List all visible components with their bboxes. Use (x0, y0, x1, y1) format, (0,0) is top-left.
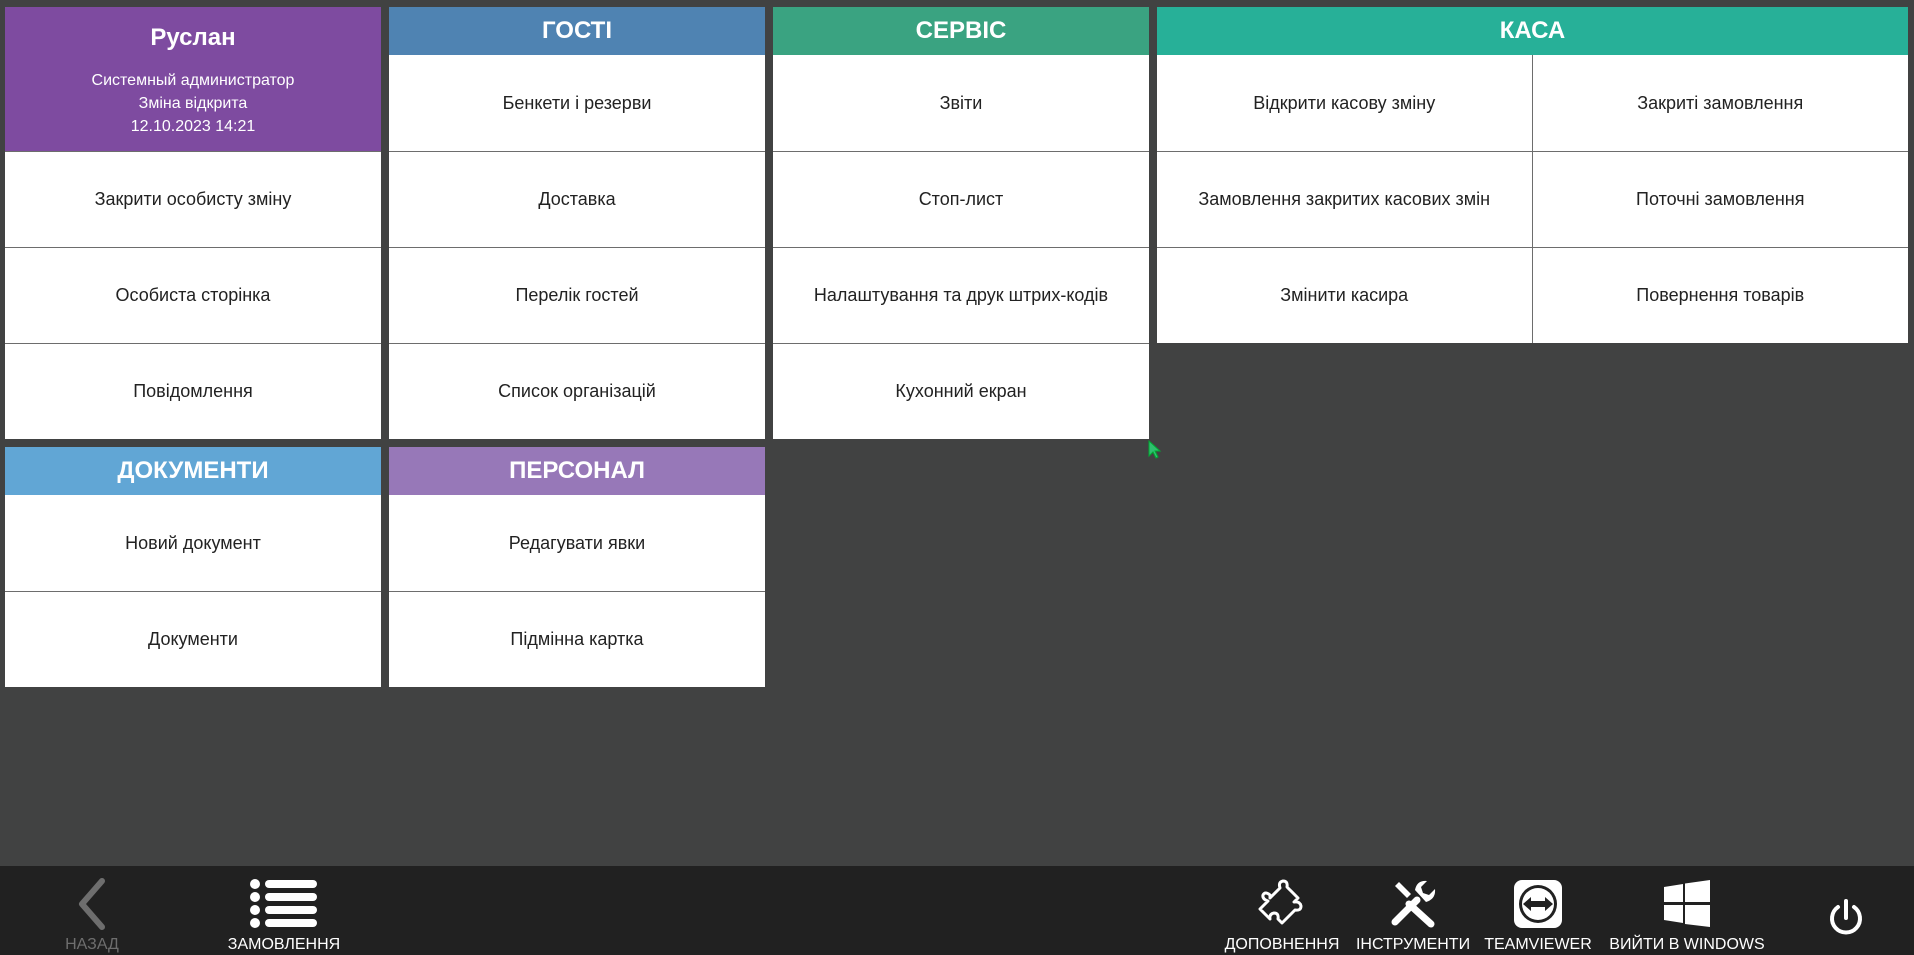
stop-list-button[interactable]: Стоп-лист (773, 151, 1149, 247)
documents-panel: ДОКУМЕНТИ Новий документ Документи (5, 447, 381, 687)
service-panel: СЕРВІС Звіти Стоп-лист Налаштування та д… (773, 7, 1149, 439)
power-button[interactable] (1820, 866, 1872, 955)
back-label: НАЗАД (65, 936, 119, 953)
windows-icon (1663, 874, 1711, 934)
teamviewer-button[interactable]: TEAMVIEWER (1484, 866, 1592, 955)
current-orders-button[interactable]: Поточні замовлення (1532, 151, 1908, 247)
teamviewer-icon (1513, 874, 1563, 934)
power-icon (1827, 888, 1865, 948)
user-role: Системный администратор (91, 72, 295, 89)
teamviewer-label: TEAMVIEWER (1484, 936, 1592, 953)
documents-header: ДОКУМЕНТИ (5, 447, 381, 495)
tools-button[interactable]: ІНСТРУМЕНТИ (1355, 866, 1471, 955)
exit-windows-label: ВИЙТИ В WINDOWS (1609, 936, 1765, 953)
addons-button[interactable]: ДОПОВНЕННЯ (1222, 866, 1342, 955)
edit-attendance-button[interactable]: Редагувати явки (389, 495, 765, 591)
mouse-cursor-icon (1148, 440, 1162, 459)
back-button[interactable]: НАЗАД (52, 866, 132, 955)
orders-button[interactable]: ЗАМОВЛЕННЯ (222, 866, 346, 955)
user-panel: Руслан Системный администратор Зміна від… (5, 7, 381, 439)
addons-label: ДОПОВНЕННЯ (1224, 936, 1340, 953)
delivery-button[interactable]: Доставка (389, 151, 765, 247)
tools-icon (1387, 874, 1439, 934)
orders-label: ЗАМОВЛЕННЯ (227, 936, 341, 953)
cash-header: КАСА (1157, 7, 1908, 55)
documents-button[interactable]: Документи (5, 591, 381, 687)
open-cash-shift-button[interactable]: Відкрити касову зміну (1157, 55, 1533, 151)
banquets-reserves-button[interactable]: Бенкети і резерви (389, 55, 765, 151)
user-info: Системный администратор Зміна відкрита 1… (92, 69, 295, 138)
guests-header: ГОСТІ (389, 7, 765, 55)
kitchen-screen-button[interactable]: Кухонний екран (773, 343, 1149, 439)
puzzle-icon (1256, 874, 1308, 934)
bottom-toolbar: НАЗАД ЗАМОВЛЕННЯ ДОПОВНЕННЯ ІНСТРУМЕНТИ … (0, 866, 1914, 955)
guest-list-button[interactable]: Перелік гостей (389, 247, 765, 343)
exit-windows-button[interactable]: ВИЙТИ В WINDOWS (1606, 866, 1768, 955)
product-returns-button[interactable]: Повернення товарів (1532, 247, 1908, 343)
barcode-settings-button[interactable]: Налаштування та друк штрих-кодів (773, 247, 1149, 343)
cash-panel: КАСА Відкрити касову зміну Закриті замов… (1157, 7, 1908, 343)
new-document-button[interactable]: Новий документ (5, 495, 381, 591)
list-icon (249, 874, 319, 934)
messages-button[interactable]: Повідомлення (5, 343, 381, 439)
personal-page-button[interactable]: Особиста сторінка (5, 247, 381, 343)
cash-grid: Відкрити касову зміну Закриті замовлення… (1157, 55, 1908, 343)
tools-label: ІНСТРУМЕНТИ (1355, 936, 1471, 953)
close-personal-shift-button[interactable]: Закрити особисту зміну (5, 151, 381, 247)
organizations-list-button[interactable]: Список організацій (389, 343, 765, 439)
substitute-card-button[interactable]: Підмінна картка (389, 591, 765, 687)
shift-datetime: 12.10.2023 14:21 (130, 118, 256, 135)
user-header: Руслан Системный администратор Зміна від… (5, 7, 381, 151)
staff-header: ПЕРСОНАЛ (389, 447, 765, 495)
user-name: Руслан (150, 24, 236, 51)
guests-panel: ГОСТІ Бенкети і резерви Доставка Перелік… (389, 7, 765, 439)
chevron-left-icon (72, 874, 112, 934)
closed-shift-orders-button[interactable]: Замовлення закритих касових змін (1157, 151, 1533, 247)
change-cashier-button[interactable]: Змінити касира (1157, 247, 1533, 343)
service-header: СЕРВІС (773, 7, 1149, 55)
reports-button[interactable]: Звіти (773, 55, 1149, 151)
staff-panel: ПЕРСОНАЛ Редагувати явки Підмінна картка (389, 447, 765, 687)
shift-status: Зміна відкрита (138, 95, 248, 112)
closed-orders-button[interactable]: Закриті замовлення (1532, 55, 1908, 151)
